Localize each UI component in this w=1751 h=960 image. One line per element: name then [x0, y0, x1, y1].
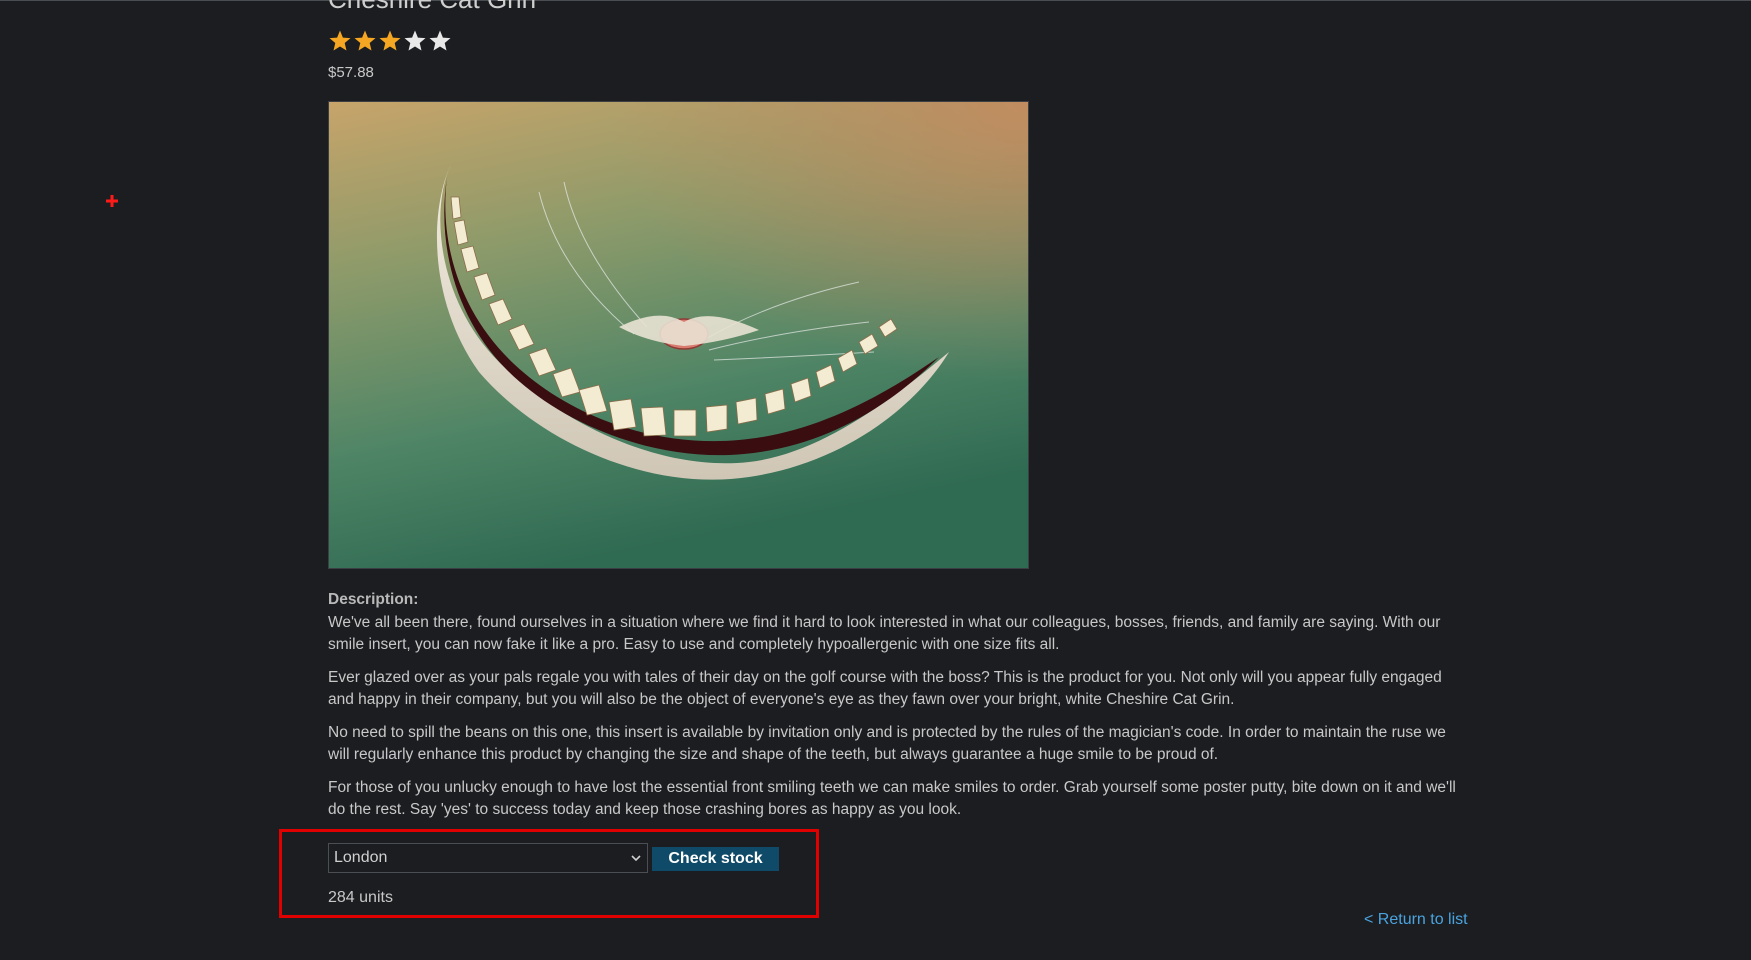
description-paragraph: For those of you unlucky enough to have … — [328, 778, 1456, 819]
description-paragraph: We've all been there, found ourselves in… — [328, 613, 1441, 654]
product-title: Cheshire Cat Grin — [328, 0, 536, 14]
product-page: Cheshire Cat Grin $57.88 — [0, 0, 1751, 960]
star-filled-icon — [329, 30, 351, 51]
chevron-down-icon — [631, 855, 641, 862]
check-stock-button[interactable]: Check stock — [652, 847, 779, 871]
product-price: $57.88 — [328, 64, 374, 81]
store-select-value: London — [334, 849, 388, 866]
star-filled-icon — [354, 30, 376, 51]
star-filled-icon — [379, 30, 401, 51]
top-divider — [0, 0, 1751, 1]
product-image — [328, 101, 1029, 569]
description-paragraph: No need to spill the beans on this one, … — [328, 723, 1446, 764]
crosshair-cursor-icon — [106, 195, 118, 207]
description-label: Description: — [328, 591, 419, 608]
star-empty-icon — [429, 30, 451, 51]
return-to-list-link[interactable]: < Return to list — [1364, 911, 1468, 929]
store-select[interactable]: London — [328, 843, 648, 873]
star-empty-icon — [404, 30, 426, 51]
product-description: Description: We've all been there, found… — [328, 589, 1463, 832]
stock-result: 284 units — [328, 889, 393, 906]
rating-stars — [328, 29, 452, 55]
description-paragraph: Ever glazed over as your pals regale you… — [328, 668, 1442, 709]
